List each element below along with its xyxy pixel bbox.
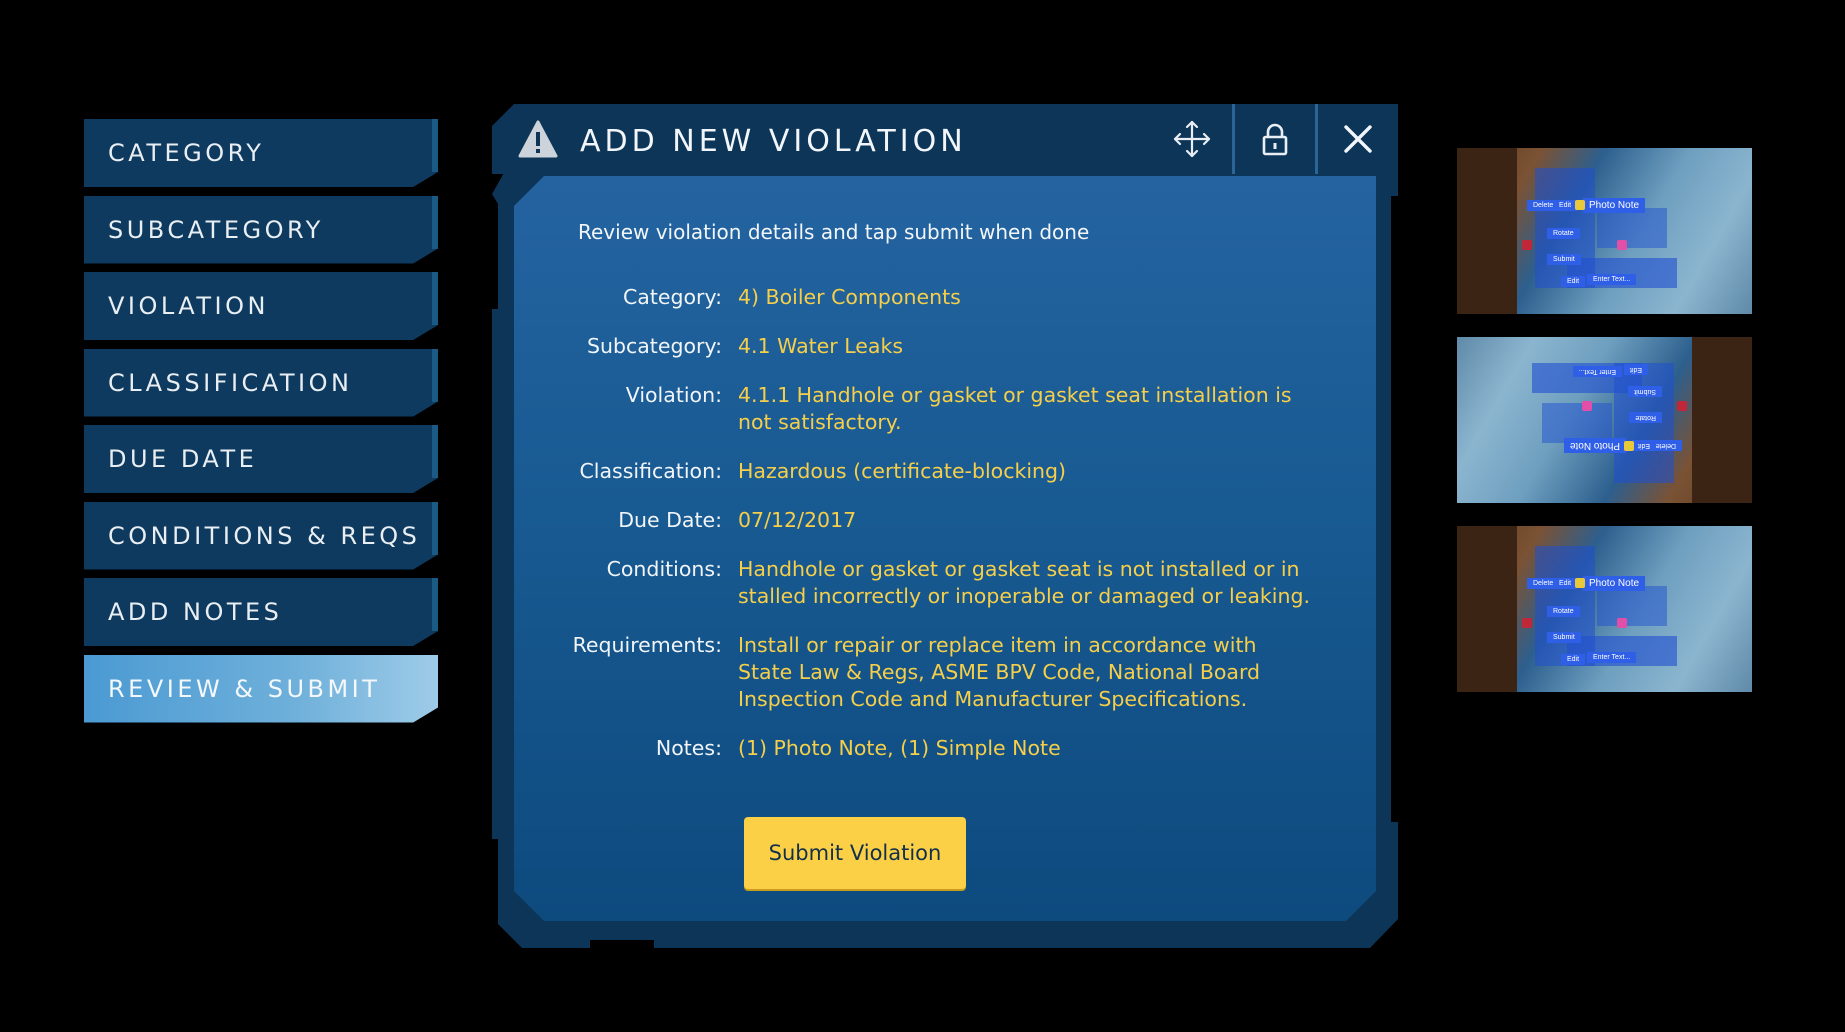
step-label: SUBCATEGORY	[108, 215, 324, 244]
warning-icon	[518, 120, 558, 158]
step-label: REVIEW & SUBMIT	[108, 674, 381, 703]
thumb-label: Photo Note	[1583, 576, 1646, 591]
step-navigation: CATEGORY SUBCATEGORY VIOLATION CLASSIFIC…	[84, 119, 438, 731]
thumb-label: Edit	[1561, 276, 1586, 287]
thumb-label: Rotate	[1629, 412, 1662, 423]
detail-value: 07/12/2017	[738, 508, 857, 532]
lock-icon	[1262, 123, 1288, 156]
detail-row-requirements: Requirements: Install or repair or repla…	[554, 632, 1314, 713]
detail-value: (1) Photo Note, (1) Simple Note	[738, 736, 1061, 760]
thumb-label: Submit	[1628, 386, 1662, 397]
thumb-label: Enter Text...	[1572, 366, 1622, 377]
dialog-title-bar: ADD NEW VIOLATION	[492, 104, 974, 174]
add-violation-dialog: ADD NEW VIOLATION Review violation detai…	[492, 104, 1398, 948]
thumb-label: Edit	[1561, 654, 1586, 665]
submit-violation-button[interactable]: Submit Violation	[744, 817, 966, 889]
detail-label: Classification:	[579, 459, 722, 483]
detail-value: Install or repair or replace item in acc…	[738, 633, 1261, 711]
dialog-toolbar	[1152, 104, 1398, 174]
close-button[interactable]	[1315, 104, 1398, 174]
step-violation[interactable]: VIOLATION	[84, 272, 438, 340]
step-subcategory[interactable]: SUBCATEGORY	[84, 195, 438, 264]
detail-label: Requirements:	[572, 633, 722, 657]
thumb-label: Edit	[1553, 200, 1578, 211]
detail-value: 4.1 Water Leaks	[738, 334, 904, 358]
lock-button[interactable]	[1232, 104, 1315, 174]
step-add-notes[interactable]: ADD NOTES	[84, 578, 438, 646]
detail-label: Notes:	[655, 736, 722, 760]
detail-value: 4.1.1 Handhole or gasket or gasket seat …	[738, 383, 1292, 434]
thumb-label: Edit	[1631, 440, 1656, 451]
violation-details: Category: 4) Boiler Components Subcatego…	[554, 284, 1314, 784]
detail-value: Handhole or gasket or gasket seat is not…	[738, 557, 1310, 608]
photo-thumbnail[interactable]: Photo Note Delete Edit Rotate Submit Ent…	[1457, 526, 1752, 692]
detail-label: Subcategory:	[586, 334, 722, 358]
thumb-label: Enter Text...	[1587, 652, 1637, 663]
step-label: ADD NOTES	[108, 598, 283, 626]
thumb-label: Photo Note	[1563, 438, 1626, 453]
photo-thumbnail[interactable]: Photo Note Delete Edit Rotate Submit Ent…	[1457, 148, 1752, 314]
thumb-label: Rotate	[1547, 228, 1580, 239]
step-category[interactable]: CATEGORY	[84, 119, 438, 187]
detail-row-category: Category: 4) Boiler Components	[554, 284, 1314, 311]
move-icon	[1173, 120, 1211, 158]
step-classification[interactable]: CLASSIFICATION	[84, 348, 438, 417]
detail-label: Violation:	[625, 383, 722, 407]
step-label: CATEGORY	[108, 139, 265, 167]
thumb-label: Edit	[1623, 364, 1648, 375]
dialog-subtitle: Review violation details and tap submit …	[578, 220, 1090, 244]
detail-label: Due Date:	[618, 508, 722, 532]
step-due-date[interactable]: DUE DATE	[84, 425, 438, 493]
detail-row-violation: Violation: 4.1.1 Handhole or gasket or g…	[554, 382, 1314, 436]
move-button[interactable]	[1152, 104, 1232, 174]
dialog-title: ADD NEW VIOLATION	[580, 124, 967, 159]
thumb-label: Submit	[1547, 632, 1581, 643]
detail-label: Conditions:	[606, 557, 722, 581]
detail-value: Hazardous (certificate-blocking)	[738, 459, 1067, 483]
detail-row-due-date: Due Date: 07/12/2017	[554, 507, 1314, 534]
thumb-label: Enter Text...	[1587, 274, 1637, 285]
detail-row-subcategory: Subcategory: 4.1 Water Leaks	[554, 333, 1314, 360]
thumb-label: Rotate	[1547, 606, 1580, 617]
photo-thumbnails: Photo Note Delete Edit Rotate Submit Ent…	[1457, 148, 1752, 715]
step-label: VIOLATION	[108, 292, 269, 320]
step-conditions-reqs[interactable]: CONDITIONS & REQS	[84, 501, 438, 570]
photo-thumbnail[interactable]: Photo Note Delete Edit Rotate Submit Ent…	[1457, 337, 1752, 503]
step-label: DUE DATE	[108, 445, 258, 473]
close-icon	[1344, 125, 1372, 153]
thumb-label: Edit	[1553, 578, 1578, 589]
detail-value: 4) Boiler Components	[738, 285, 961, 309]
step-review-submit[interactable]: REVIEW & SUBMIT	[84, 654, 438, 723]
step-label: CLASSIFICATION	[108, 368, 353, 397]
thumb-label: Submit	[1547, 254, 1581, 265]
thumb-label: Photo Note	[1583, 198, 1646, 213]
step-label: CONDITIONS & REQS	[108, 521, 421, 550]
detail-row-classification: Classification: Hazardous (certificate-b…	[554, 458, 1314, 485]
detail-row-notes: Notes: (1) Photo Note, (1) Simple Note	[554, 735, 1314, 762]
detail-label: Category:	[622, 285, 722, 309]
detail-row-conditions: Conditions: Handhole or gasket or gasket…	[554, 556, 1314, 610]
